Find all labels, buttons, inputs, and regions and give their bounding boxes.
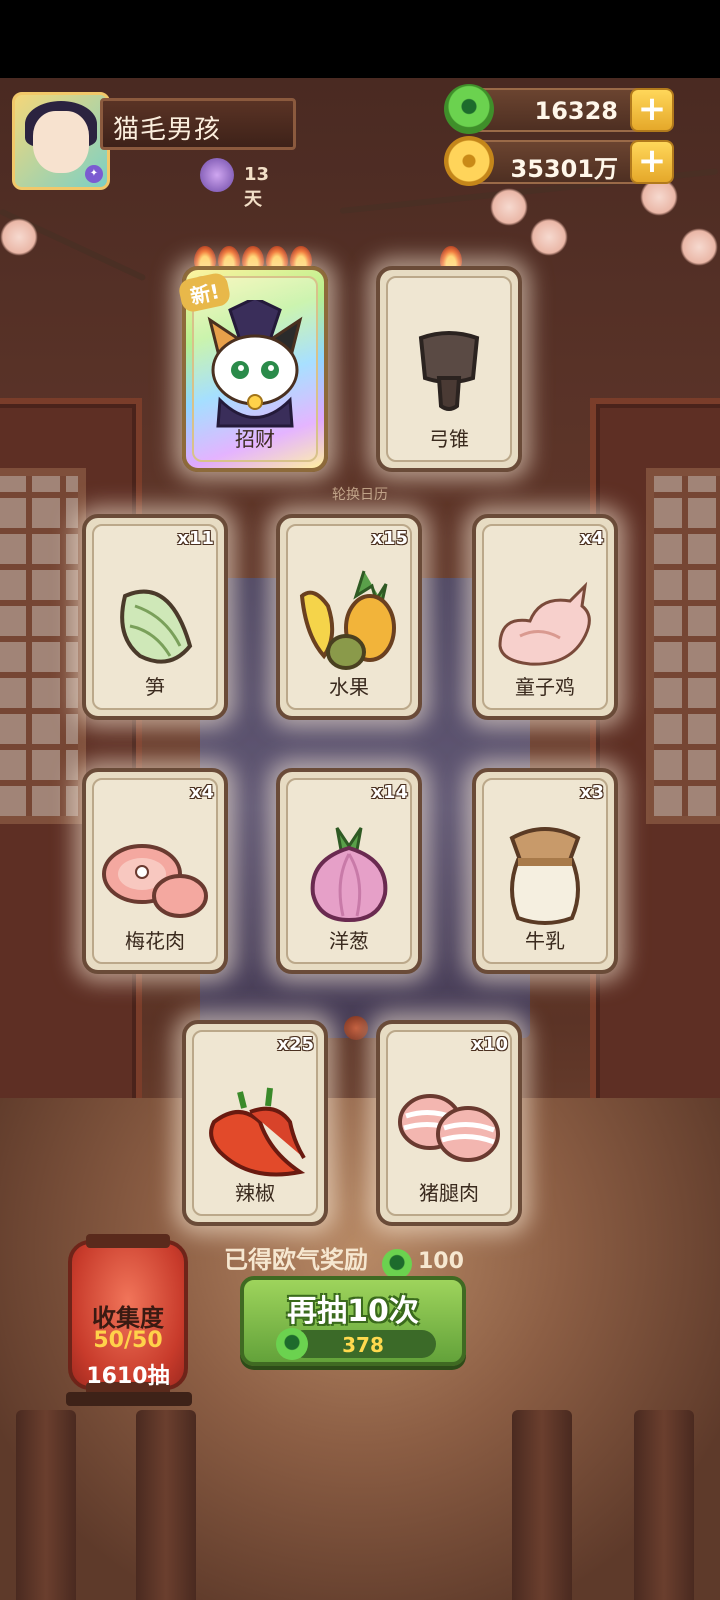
chili-pepper-icon bbox=[209, 1087, 306, 1177]
card-name: 梅花肉 bbox=[125, 929, 185, 953]
avatar-face bbox=[33, 111, 89, 173]
avatar-badge-icon: ✦ bbox=[85, 165, 103, 183]
lantern-cap bbox=[86, 1234, 170, 1248]
card-name: 招财 bbox=[235, 427, 275, 451]
card-name: 水果 bbox=[329, 675, 369, 699]
card-tongziji[interactable]: x4 童子鸡 bbox=[472, 514, 618, 720]
reward-value: 100 bbox=[418, 1249, 464, 1274]
onion-icon bbox=[310, 827, 388, 923]
card-lajiao[interactable]: x25 辣椒 bbox=[182, 1020, 328, 1226]
left-window-lattice bbox=[0, 468, 86, 824]
card-count: x4 bbox=[579, 528, 604, 549]
character-icon bbox=[200, 158, 234, 192]
floor-post bbox=[512, 1410, 572, 1600]
pork-shoulder-icon bbox=[102, 844, 208, 918]
days-count: 13天 bbox=[244, 164, 270, 210]
fruit-icon bbox=[299, 570, 396, 670]
blossom bbox=[530, 218, 568, 256]
card-yangcong[interactable]: x14 洋葱 bbox=[276, 768, 422, 974]
card-count: x4 bbox=[189, 782, 214, 803]
card-sun[interactable]: x11 笋 bbox=[82, 514, 228, 720]
player-avatar[interactable]: ✦ bbox=[12, 92, 110, 190]
card-gongzhui[interactable]: 弓锥 bbox=[376, 266, 522, 472]
jade-coin-icon bbox=[382, 1248, 412, 1279]
reward-info: 已得欧气奖励 100 bbox=[224, 1240, 464, 1279]
floor-post bbox=[16, 1410, 76, 1600]
pork-leg-icon bbox=[398, 1094, 500, 1162]
blossom bbox=[680, 228, 718, 266]
add-gold-button[interactable]: + bbox=[630, 140, 674, 184]
awl-icon bbox=[418, 331, 480, 411]
cat-icon bbox=[207, 300, 303, 428]
card-name: 牛乳 bbox=[525, 929, 565, 953]
card-name: 猪腿肉 bbox=[419, 1181, 479, 1205]
decorative-pin bbox=[344, 1016, 368, 1040]
collection-draws: 1610抽 bbox=[86, 1364, 170, 1389]
milk-jar-icon bbox=[509, 827, 581, 925]
draw-button-label: 再抽10次 bbox=[287, 1294, 419, 1329]
card-name: 弓锥 bbox=[429, 427, 469, 451]
add-jade-button[interactable]: + bbox=[630, 88, 674, 132]
collection-progress: 50/50 bbox=[93, 1328, 163, 1353]
floor-post bbox=[136, 1410, 196, 1600]
gold-coin-icon bbox=[444, 136, 494, 186]
draw-cost-value: 378 bbox=[342, 1333, 384, 1357]
card-count: x25 bbox=[277, 1034, 314, 1055]
card-name: 童子鸡 bbox=[515, 675, 575, 699]
card-zhutuirou[interactable]: x10 猪腿肉 bbox=[376, 1020, 522, 1226]
collection-lantern[interactable]: 收集度 50/50 1610抽 bbox=[68, 1234, 188, 1396]
card-name: 辣椒 bbox=[235, 1181, 275, 1205]
card-count: x3 bbox=[579, 782, 604, 803]
gold-amount: 35301万 bbox=[510, 155, 619, 183]
card-count: x11 bbox=[177, 528, 214, 549]
chicken-icon bbox=[498, 581, 591, 666]
draw-cost: 378 bbox=[276, 1328, 436, 1360]
card-count: x14 bbox=[371, 782, 408, 803]
lantern-stand bbox=[66, 1392, 192, 1406]
card-shuiguo[interactable]: x15 水果 bbox=[276, 514, 422, 720]
card-name: 笋 bbox=[145, 675, 165, 699]
card-count: x10 bbox=[471, 1034, 508, 1055]
rotation-calendar-caption: 轮换日历 bbox=[332, 487, 388, 503]
blossom bbox=[490, 188, 528, 226]
jade-counter: 16328 + bbox=[444, 84, 674, 134]
reward-label: 已得欧气奖励 bbox=[224, 1246, 368, 1274]
player-name: 猫毛男孩 bbox=[113, 115, 222, 145]
card-niuru[interactable]: x3 牛乳 bbox=[472, 768, 618, 974]
player-name-plate: 猫毛男孩 bbox=[100, 98, 296, 150]
bamboo-shoot-icon bbox=[120, 589, 193, 664]
floor-post bbox=[634, 1410, 694, 1600]
card-name: 洋葱 bbox=[329, 929, 369, 953]
card-meihuarou[interactable]: x4 梅花肉 bbox=[82, 768, 228, 974]
right-window-lattice bbox=[646, 468, 720, 824]
blossom bbox=[0, 218, 38, 256]
draw-again-button[interactable]: 再抽10次 378 bbox=[240, 1276, 466, 1366]
card-count: x15 bbox=[371, 528, 408, 549]
jade-coin-icon bbox=[444, 84, 494, 134]
jade-amount: 16328 bbox=[534, 97, 619, 125]
gold-counter: 35301万 + bbox=[444, 136, 674, 186]
